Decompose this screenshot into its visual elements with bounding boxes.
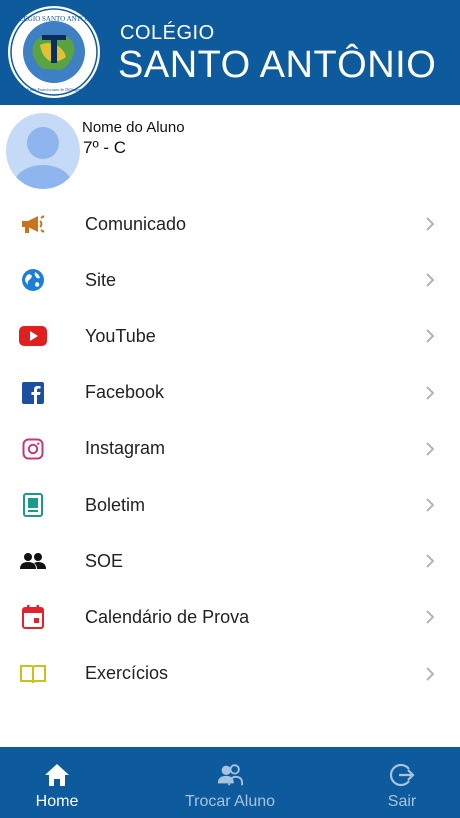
menu-item-site[interactable]: Site: [0, 252, 460, 308]
main-menu: Comunicado Site YouTube Facebook Instagr…: [0, 196, 460, 702]
school-logo: COLÉGIO SANTO ANTÔNIO Irmãs Franciscanas…: [8, 6, 100, 98]
menu-label-instagram: Instagram: [85, 438, 166, 459]
menu-item-calendario[interactable]: Calendário de Prova: [0, 589, 460, 645]
nav-sair-label: Sair: [387, 793, 417, 810]
report-card-icon: [19, 491, 47, 519]
open-book-icon: [19, 660, 47, 688]
chevron-right-icon: [426, 498, 435, 512]
logo-sub-text: Irmãs Franciscanas de Dillingen: [27, 87, 82, 92]
nav-trocar-aluno-label: Trocar Aluno: [184, 793, 276, 810]
megaphone-icon: [19, 210, 47, 238]
menu-item-boletim[interactable]: Boletim: [0, 477, 460, 533]
chevron-right-icon: [426, 610, 435, 625]
avatar: [6, 113, 80, 189]
menu-label-site: Site: [85, 269, 117, 290]
nav-home-button[interactable]: Home: [22, 747, 92, 818]
brand-large-text: SANTO ANTÔNIO: [118, 44, 437, 86]
menu-item-instagram[interactable]: Instagram: [0, 421, 460, 477]
menu-label-youtube: YouTube: [85, 325, 156, 346]
menu-label-facebook: Facebook: [85, 382, 165, 403]
menu-label-exercicios: Exercícios: [85, 663, 169, 684]
menu-label-soe: SOE: [85, 550, 124, 571]
menu-label-boletim: Boletim: [85, 494, 146, 515]
brand-small-text: COLÉGIO: [120, 22, 215, 44]
chevron-right-icon: [426, 273, 435, 287]
chevron-right-icon: [426, 554, 435, 568]
student-class: 7º - C: [83, 138, 127, 157]
chevron-right-icon: [426, 666, 435, 681]
people-icon: [19, 547, 47, 575]
app-header: COLÉGIO SANTO ANTÔNIO Irmãs Franciscanas…: [0, 0, 460, 105]
logo-ring-text: COLÉGIO SANTO ANTÔNIO: [10, 15, 99, 23]
switch-user-icon: [216, 761, 244, 789]
chevron-right-icon: [426, 385, 435, 400]
logout-icon: [388, 761, 416, 789]
menu-item-exercicios[interactable]: Exercícios: [0, 646, 460, 702]
globe-icon: [19, 266, 47, 294]
nav-trocar-aluno-button[interactable]: Trocar Aluno: [170, 747, 290, 818]
calendar-icon: [19, 603, 47, 631]
home-icon: [43, 761, 71, 789]
nav-sair-button[interactable]: Sair: [372, 747, 432, 818]
student-profile: Nome do Aluno 7º - C: [0, 105, 460, 195]
facebook-icon: [19, 379, 47, 407]
youtube-icon: [19, 322, 47, 350]
menu-item-facebook[interactable]: Facebook: [0, 365, 460, 421]
bottom-navigation: Home Trocar Aluno Sair: [0, 747, 460, 818]
chevron-right-icon: [426, 217, 435, 231]
menu-item-soe[interactable]: SOE: [0, 533, 460, 589]
menu-item-comunicado[interactable]: Comunicado: [0, 196, 460, 252]
nav-home-label: Home: [35, 793, 79, 810]
menu-label-comunicado: Comunicado: [85, 213, 187, 234]
student-name: Nome do Aluno: [82, 119, 185, 136]
chevron-right-icon: [426, 442, 435, 456]
instagram-icon: [19, 435, 47, 463]
chevron-right-icon: [426, 329, 435, 344]
menu-label-calendario: Calendário de Prova: [85, 606, 250, 627]
menu-item-youtube[interactable]: YouTube: [0, 308, 460, 364]
